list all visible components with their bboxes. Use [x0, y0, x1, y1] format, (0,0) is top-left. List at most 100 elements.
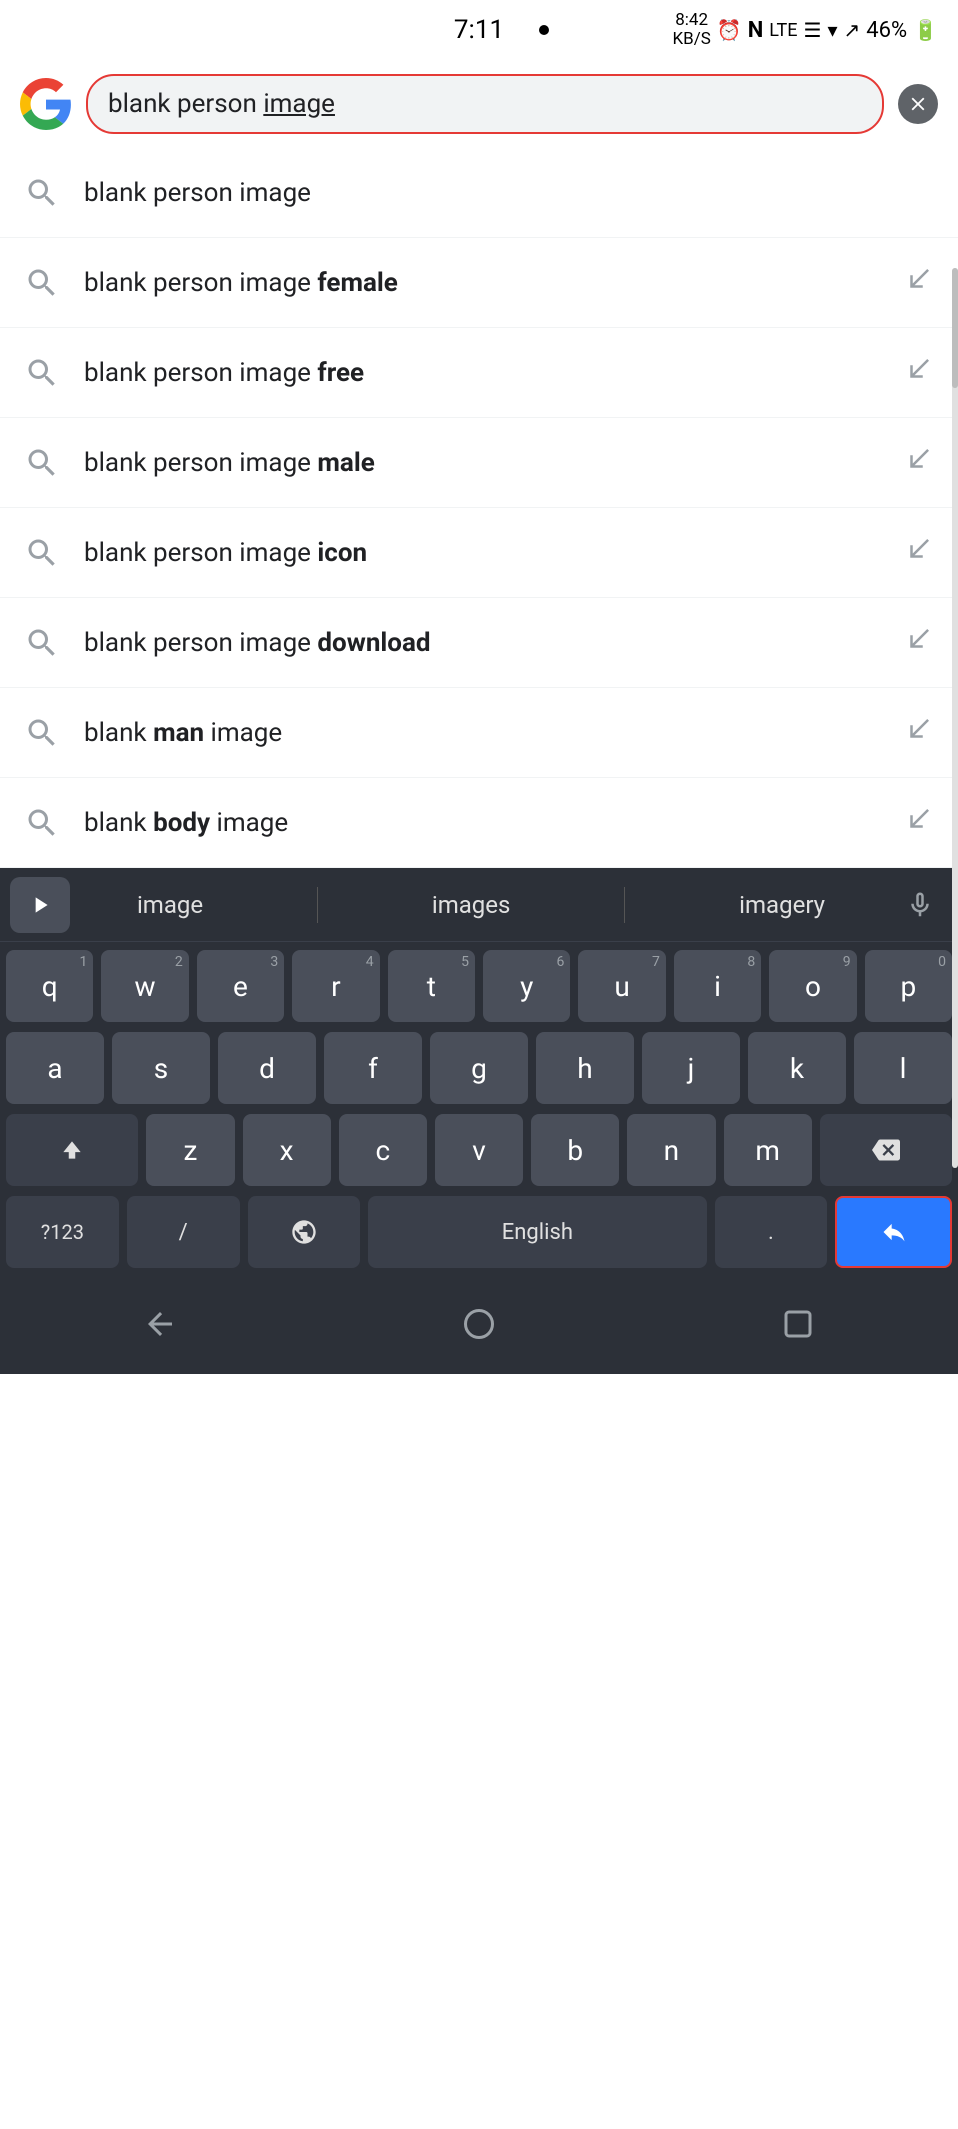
- google-logo: [20, 78, 72, 130]
- key-e[interactable]: 3e: [197, 950, 284, 1022]
- search-icon-wrap: [24, 805, 74, 841]
- key-globe[interactable]: [248, 1196, 361, 1268]
- key-z[interactable]: z: [146, 1114, 234, 1186]
- key-x[interactable]: x: [243, 1114, 331, 1186]
- key-v[interactable]: v: [435, 1114, 523, 1186]
- scroll-track[interactable]: [952, 268, 958, 1168]
- suggestion-text: blank person image female: [74, 268, 904, 298]
- search-icon: [24, 715, 60, 751]
- nav-bar: [0, 1284, 958, 1374]
- key-j[interactable]: j: [642, 1032, 740, 1104]
- keyboard-expand-button[interactable]: [10, 877, 70, 933]
- search-icon-wrap: [24, 535, 74, 571]
- suggestion-text: blank man image: [74, 718, 904, 748]
- suggestion-item[interactable]: blank person image male: [0, 418, 958, 508]
- suggestion-item[interactable]: blank person image free: [0, 328, 958, 418]
- key-space-english[interactable]: English: [368, 1196, 706, 1268]
- n-icon: N: [748, 18, 764, 43]
- search-icon-wrap: [24, 715, 74, 751]
- key-n[interactable]: n: [627, 1114, 715, 1186]
- status-time: 7:11: [454, 15, 504, 45]
- lte-icon: LTE: [769, 20, 797, 41]
- suggestion-item[interactable]: blank person image download: [0, 598, 958, 688]
- suggestion-item[interactable]: blank body image: [0, 778, 958, 868]
- key-y[interactable]: 6y: [483, 950, 570, 1022]
- search-icon-wrap: [24, 355, 74, 391]
- key-w[interactable]: 2w: [101, 950, 188, 1022]
- suggestion-word-3[interactable]: imagery: [719, 891, 845, 919]
- search-icon: [24, 805, 60, 841]
- nav-home-button[interactable]: [449, 1294, 509, 1354]
- search-input-wrapper[interactable]: blank person image: [86, 74, 884, 134]
- suggestion-text: blank person image: [74, 178, 934, 208]
- key-q[interactable]: 1q: [6, 950, 93, 1022]
- search-icon: [24, 175, 60, 211]
- suggestion-word-2[interactable]: images: [412, 891, 531, 919]
- key-r[interactable]: 4r: [292, 950, 379, 1022]
- key-backspace[interactable]: [820, 1114, 952, 1186]
- key-s[interactable]: s: [112, 1032, 210, 1104]
- status-right-icons: 8:42KB/S ⏰ N LTE ☰ ▾ ↗ 46% 🔋: [672, 11, 938, 48]
- search-input[interactable]: blank person image: [108, 89, 862, 119]
- microphone-button[interactable]: [892, 877, 948, 933]
- search-icon-wrap: [24, 445, 74, 481]
- key-period[interactable]: .: [715, 1196, 828, 1268]
- key-t[interactable]: 5t: [388, 950, 475, 1022]
- key-g[interactable]: g: [430, 1032, 528, 1104]
- key-h[interactable]: h: [536, 1032, 634, 1104]
- suggestion-item[interactable]: blank person image icon: [0, 508, 958, 598]
- key-m[interactable]: m: [724, 1114, 812, 1186]
- key-l[interactable]: l: [854, 1032, 952, 1104]
- search-icon-wrap: [24, 175, 74, 211]
- search-icon: [24, 625, 60, 661]
- keyboard-row-4: ?123 / English .: [6, 1196, 952, 1268]
- keyboard-row-1: 1q 2w 3e 4r 5t 6y 7u 8i 9o 0p: [6, 950, 952, 1022]
- battery-pct: 46%: [866, 18, 907, 43]
- scroll-thumb[interactable]: [952, 268, 958, 388]
- arrow-icon: [904, 714, 934, 751]
- nav-back-button[interactable]: [130, 1294, 190, 1354]
- key-o[interactable]: 9o: [769, 950, 856, 1022]
- suggestion-item[interactable]: blank man image: [0, 688, 958, 778]
- key-enter[interactable]: [835, 1196, 952, 1268]
- nav-recents-button[interactable]: [768, 1294, 828, 1354]
- key-shift[interactable]: [6, 1114, 138, 1186]
- suggestion-text: blank person image free: [74, 358, 904, 388]
- key-u[interactable]: 7u: [578, 950, 665, 1022]
- key-b[interactable]: b: [531, 1114, 619, 1186]
- keyboard-keys: 1q 2w 3e 4r 5t 6y 7u 8i 9o 0p a s d f g …: [0, 942, 958, 1284]
- arrow-icon: [904, 264, 934, 301]
- clear-button[interactable]: [898, 84, 938, 124]
- search-icon: [24, 535, 60, 571]
- signal-icon: ↗: [843, 18, 860, 42]
- arrow-icon: [904, 804, 934, 841]
- key-c[interactable]: c: [339, 1114, 427, 1186]
- suggestions-container: blank person image blank person image fe…: [0, 148, 958, 868]
- suggestion-text: blank person image male: [74, 448, 904, 478]
- arrow-icon: [904, 534, 934, 571]
- key-p[interactable]: 0p: [865, 950, 952, 1022]
- keyboard-row-2: a s d f g h j k l: [6, 1032, 952, 1104]
- wifi-icon: ▾: [827, 18, 837, 42]
- key-k[interactable]: k: [748, 1032, 846, 1104]
- search-bar-container: blank person image: [0, 60, 958, 148]
- suggestion-item[interactable]: blank person image female: [0, 238, 958, 328]
- keyboard-row-3: z x c v b n m: [6, 1114, 952, 1186]
- search-icon-wrap: [24, 265, 74, 301]
- key-numbers[interactable]: ?123: [6, 1196, 119, 1268]
- search-icon: [24, 445, 60, 481]
- alarm-icon: ⏰: [717, 18, 742, 42]
- suggestion-word-1[interactable]: image: [117, 891, 223, 919]
- search-icon: [24, 265, 60, 301]
- suggestion-item[interactable]: blank person image: [0, 148, 958, 238]
- key-d[interactable]: d: [218, 1032, 316, 1104]
- battery-icon: 🔋: [913, 18, 938, 42]
- key-i[interactable]: 8i: [674, 950, 761, 1022]
- suggestion-text: blank person image icon: [74, 538, 904, 568]
- arrow-icon: [904, 354, 934, 391]
- kb-speed: 8:42KB/S: [672, 11, 710, 48]
- status-dot: [539, 25, 549, 35]
- key-slash[interactable]: /: [127, 1196, 240, 1268]
- key-f[interactable]: f: [324, 1032, 422, 1104]
- key-a[interactable]: a: [6, 1032, 104, 1104]
